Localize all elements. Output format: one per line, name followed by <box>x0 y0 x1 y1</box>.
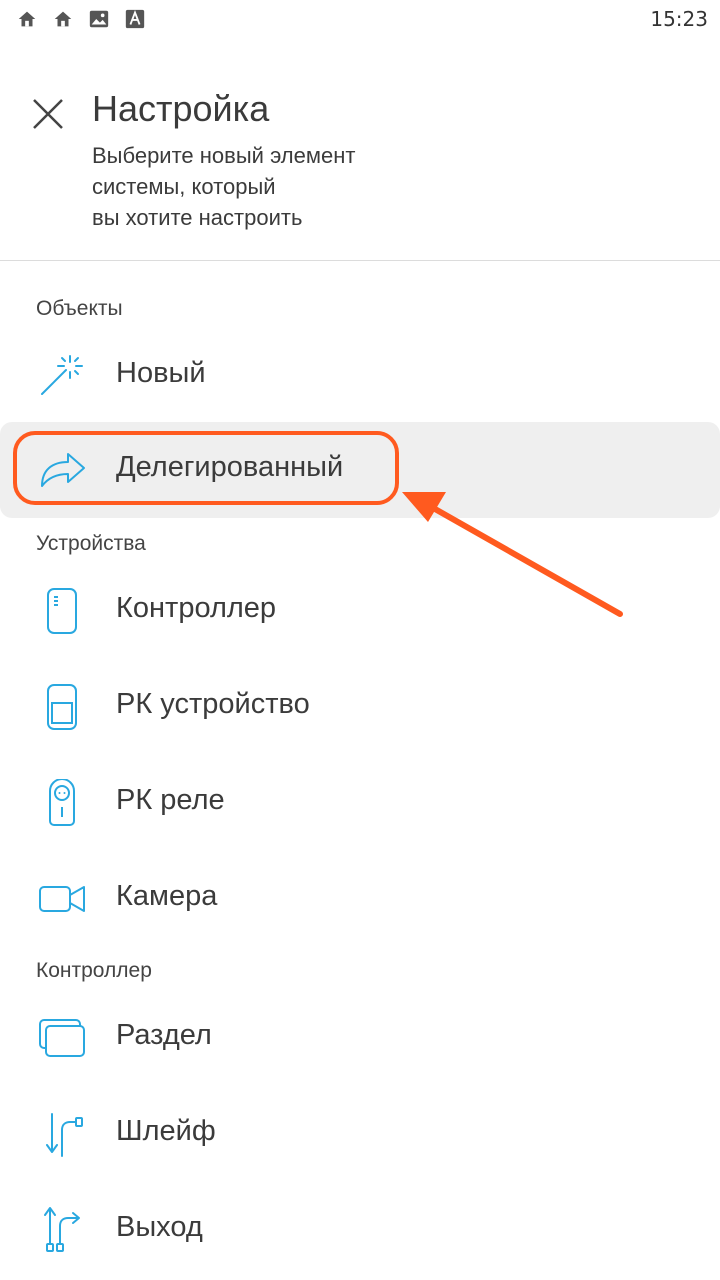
subtitle-line: системы, который <box>92 174 276 199</box>
home-icon <box>54 11 72 27</box>
menu-item-rc-device[interactable]: РК устройство <box>0 659 720 755</box>
rc-relay-icon <box>49 779 75 826</box>
section-label-objects: Объекты <box>36 297 123 320</box>
menu-item-label: Шлейф <box>116 1115 216 1147</box>
clock: 15:23 <box>650 7 708 31</box>
menu-item-loop[interactable]: Шлейф <box>0 1086 720 1182</box>
controller-icon <box>47 588 77 634</box>
menu-item-label: Контроллер <box>116 592 277 624</box>
share-arrow-icon <box>41 453 85 487</box>
subtitle-line: вы хотите настроить <box>92 205 303 230</box>
status-bar: 15:23 <box>0 0 720 40</box>
subtitle-line: Выберите новый элемент <box>92 143 356 168</box>
page-title: Настройка <box>92 88 270 129</box>
menu-item-partition[interactable]: Раздел <box>0 990 720 1086</box>
menu-item-label: Новый <box>116 357 206 389</box>
page-subtitle: Выберите новый элемент системы, который … <box>92 140 512 233</box>
menu-item-new[interactable]: Новый <box>0 328 720 424</box>
menu-item-camera[interactable]: Камера <box>0 851 720 947</box>
camera-icon <box>39 886 85 912</box>
text-icon <box>125 9 145 29</box>
section-label-controller: Контроллер <box>36 959 152 982</box>
image-icon <box>89 10 109 28</box>
menu-item-controller[interactable]: Контроллер <box>0 563 720 659</box>
menu-item-rc-relay[interactable]: РК реле <box>0 755 720 851</box>
rc-device-icon <box>47 684 77 730</box>
menu-item-label: РК реле <box>116 784 225 816</box>
menu-item-label: РК устройство <box>116 688 310 720</box>
menu-item-output[interactable]: Выход <box>0 1182 720 1278</box>
section-label-devices: Устройства <box>36 532 146 555</box>
menu-item-delegated[interactable]: Делегированный <box>0 422 720 518</box>
output-icon <box>44 1207 80 1252</box>
menu-item-label: Делегированный <box>116 451 344 483</box>
divider <box>0 260 720 261</box>
home-icon <box>18 11 36 27</box>
menu-item-label: Выход <box>116 1211 203 1243</box>
partition-icon <box>39 1019 85 1057</box>
close-icon[interactable] <box>26 92 70 136</box>
menu-item-label: Камера <box>116 880 218 912</box>
header: Настройка Выберите новый элемент системы… <box>0 60 720 260</box>
loop-icon <box>46 1113 83 1157</box>
magic-wand-icon <box>41 355 83 395</box>
menu-item-label: Раздел <box>116 1019 212 1051</box>
